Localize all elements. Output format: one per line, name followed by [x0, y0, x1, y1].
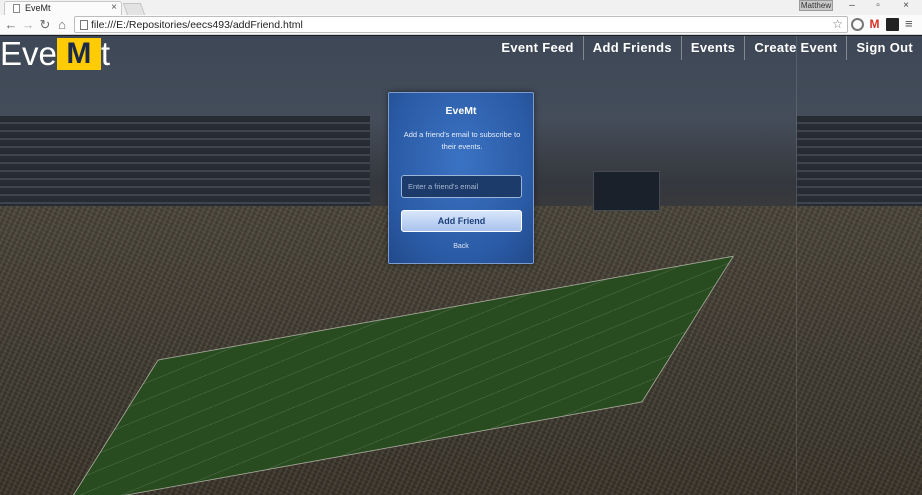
card-title: EveMt — [445, 105, 477, 117]
back-link[interactable]: Back — [389, 243, 533, 250]
tab-close-icon[interactable]: × — [111, 2, 117, 13]
bookmark-star-icon[interactable]: ☆ — [832, 17, 843, 31]
home-icon[interactable]: ⌂ — [54, 17, 70, 33]
logo-suffix: t — [100, 36, 111, 72]
nav-add-friends[interactable]: Add Friends — [582, 36, 681, 60]
nav-create-event[interactable]: Create Event — [744, 36, 846, 60]
tab-title: EveMt — [25, 3, 51, 13]
extension-circle-icon[interactable] — [851, 18, 864, 31]
add-friend-card: EveMt Add a friend's email to subscribe … — [388, 92, 534, 264]
logo-prefix: Eve — [0, 36, 57, 72]
extension-dark-icon[interactable] — [886, 18, 899, 31]
reload-icon[interactable]: ↻ — [37, 17, 53, 33]
window-close-icon[interactable]: × — [894, 0, 918, 11]
gmail-extension-icon[interactable]: M — [868, 18, 881, 31]
site-logo[interactable]: Eve Mt — [0, 36, 110, 72]
browser-toolbar: ← → ↻ ⌂ file:///E:/Repositories/eecs493/… — [0, 15, 922, 35]
minimize-icon[interactable]: – — [840, 0, 864, 11]
add-friend-button[interactable]: Add Friend — [401, 210, 522, 232]
url-text[interactable]: file:///E:/Repositories/eecs493/addFrien… — [91, 18, 303, 32]
background-seam — [796, 36, 797, 495]
logo-block-m: M — [56, 38, 101, 70]
address-bar[interactable]: file:///E:/Repositories/eecs493/addFrien… — [74, 16, 848, 33]
browser-tabstrip: EveMt × Matthew – ▫ × — [0, 0, 922, 15]
main-nav: Event Feed Add Friends Events Create Eve… — [492, 36, 922, 60]
browser-tab[interactable]: EveMt × — [4, 1, 122, 15]
nav-events[interactable]: Events — [680, 36, 744, 60]
nav-sign-out[interactable]: Sign Out — [846, 36, 922, 60]
forward-arrow-icon[interactable]: → — [20, 17, 36, 33]
file-icon — [80, 20, 88, 30]
friend-email-input[interactable] — [401, 175, 522, 198]
restore-icon[interactable]: ▫ — [866, 0, 890, 11]
page-favicon-icon — [13, 4, 20, 13]
card-description: Add a friend's email to subscribe to the… — [403, 130, 521, 151]
page-viewport: Eve Mt Event Feed Add Friends Events Crea… — [0, 36, 922, 495]
back-arrow-icon[interactable]: ← — [3, 17, 19, 33]
menu-icon[interactable]: ≡ — [905, 17, 918, 31]
nav-event-feed[interactable]: Event Feed — [492, 36, 582, 60]
profile-badge[interactable]: Matthew — [799, 0, 833, 11]
new-tab-button[interactable] — [122, 3, 146, 15]
